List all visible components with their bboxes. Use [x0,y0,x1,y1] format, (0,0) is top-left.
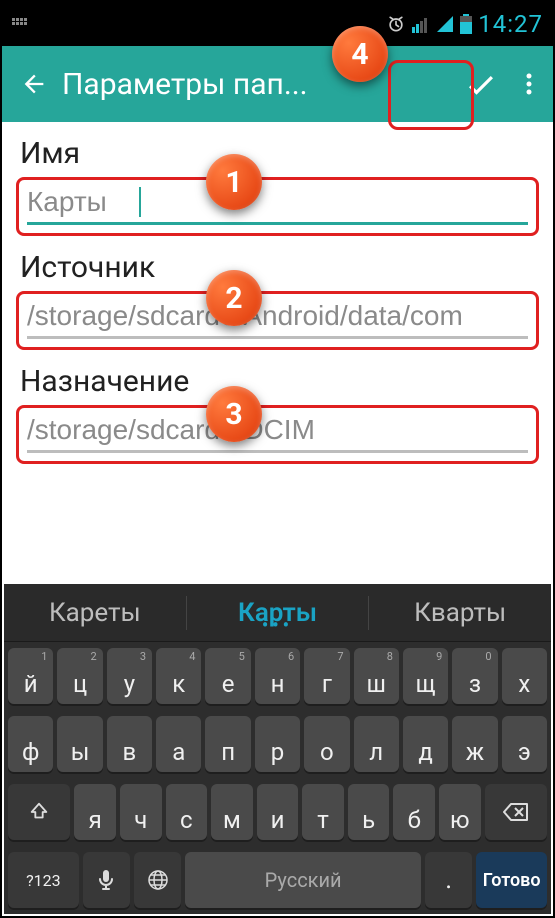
soft-keyboard: Кареты Карты ••• Кварты й1ц2у3к4е5н6г7ш8… [4,584,551,914]
key-в[interactable]: в [107,716,152,772]
back-button[interactable] [10,60,58,108]
key-у[interactable]: у3 [107,648,152,704]
input-wrap-source[interactable] [16,291,539,350]
key-ь[interactable]: ь [348,784,390,840]
input-underline [27,222,528,225]
confirm-button[interactable] [449,58,513,110]
key-о[interactable]: о [304,716,349,772]
key-г[interactable]: г7 [304,648,349,704]
key-row-2: фывапролджэ [4,710,551,778]
key-ч[interactable]: ч [120,784,162,840]
key-и[interactable]: и [257,784,299,840]
callout-badge-4: 4 [332,26,388,82]
mic-key[interactable] [83,852,130,908]
space-key[interactable]: Русский [185,852,421,908]
status-clock: 14:27 [478,10,543,38]
key-row-3: ячсмитьбю [4,778,551,846]
key-row-1: й1ц2у3к4е5н6г7ш8щ9з0х [4,642,551,710]
key-р[interactable]: р [255,716,300,772]
status-bar: 14:27 [2,2,553,46]
shift-key[interactable] [8,784,70,840]
key-б[interactable]: б [393,784,435,840]
callout-badge-2: 2 [206,270,262,326]
status-left-icons [12,18,42,30]
key-е[interactable]: е5 [205,648,250,704]
key-х[interactable]: х [502,648,547,704]
field-destination: Назначение [16,356,539,464]
symbols-key[interactable]: ?123 [8,852,79,908]
input-wrap-destination[interactable] [16,405,539,464]
battery-icon [460,14,472,34]
key-ж[interactable]: ж [452,716,497,772]
key-ш[interactable]: ш8 [354,648,399,704]
callout-badge-1: 1 [206,154,262,210]
field-name: Имя [16,128,539,236]
form-area: Имя Источник Назначение [2,122,553,484]
input-underline [27,336,528,339]
key-ц[interactable]: ц2 [57,648,102,704]
key-к[interactable]: к4 [156,648,201,704]
overflow-menu-button[interactable] [513,60,545,108]
done-key[interactable]: Готово [476,852,547,908]
suggestion-bar: Кареты Карты ••• Кварты [4,584,551,642]
source-input[interactable] [27,298,528,334]
language-key[interactable] [134,852,181,908]
label-name: Имя [16,128,539,177]
key-п[interactable]: п [205,716,250,772]
page-title: Параметры пап... [58,67,449,102]
more-suggestions-icon: ••• [187,622,369,630]
label-destination: Назначение [16,356,539,405]
status-right-icons: 14:27 [386,10,543,38]
callout-badge-3: 3 [206,386,262,442]
key-а[interactable]: а [156,716,201,772]
key-ю[interactable]: ю [439,784,481,840]
key-с[interactable]: с [166,784,208,840]
backspace-key[interactable] [485,784,547,840]
period-key[interactable]: . [425,852,472,908]
key-м[interactable]: м [211,784,253,840]
key-й[interactable]: й1 [8,648,53,704]
key-н[interactable]: н6 [255,648,300,704]
suggestion-2[interactable]: Карты ••• [187,598,369,628]
key-з[interactable]: з0 [452,648,497,704]
destination-input[interactable] [27,412,528,448]
key-я[interactable]: я [74,784,116,840]
key-л[interactable]: л [354,716,399,772]
alarm-icon [386,14,406,34]
key-щ[interactable]: щ9 [403,648,448,704]
suggestion-3[interactable]: Кварты [369,598,551,628]
input-wrap-name[interactable] [16,177,539,236]
signal-triangle-icon [436,15,454,33]
key-т[interactable]: т [302,784,344,840]
signal-cell-icon [412,15,430,33]
label-source: Источник [16,242,539,291]
key-row-4: ?123 Русский.Готово [4,846,551,914]
name-input[interactable] [27,184,137,220]
key-ы[interactable]: ы [57,716,102,772]
app-bar: Параметры пап... [2,46,553,122]
text-cursor [139,187,141,217]
key-э[interactable]: э [502,716,547,772]
key-д[interactable]: д [403,716,448,772]
input-underline [27,450,528,453]
field-source: Источник [16,242,539,350]
key-ф[interactable]: ф [8,716,53,772]
suggestion-1[interactable]: Кареты [4,598,186,628]
